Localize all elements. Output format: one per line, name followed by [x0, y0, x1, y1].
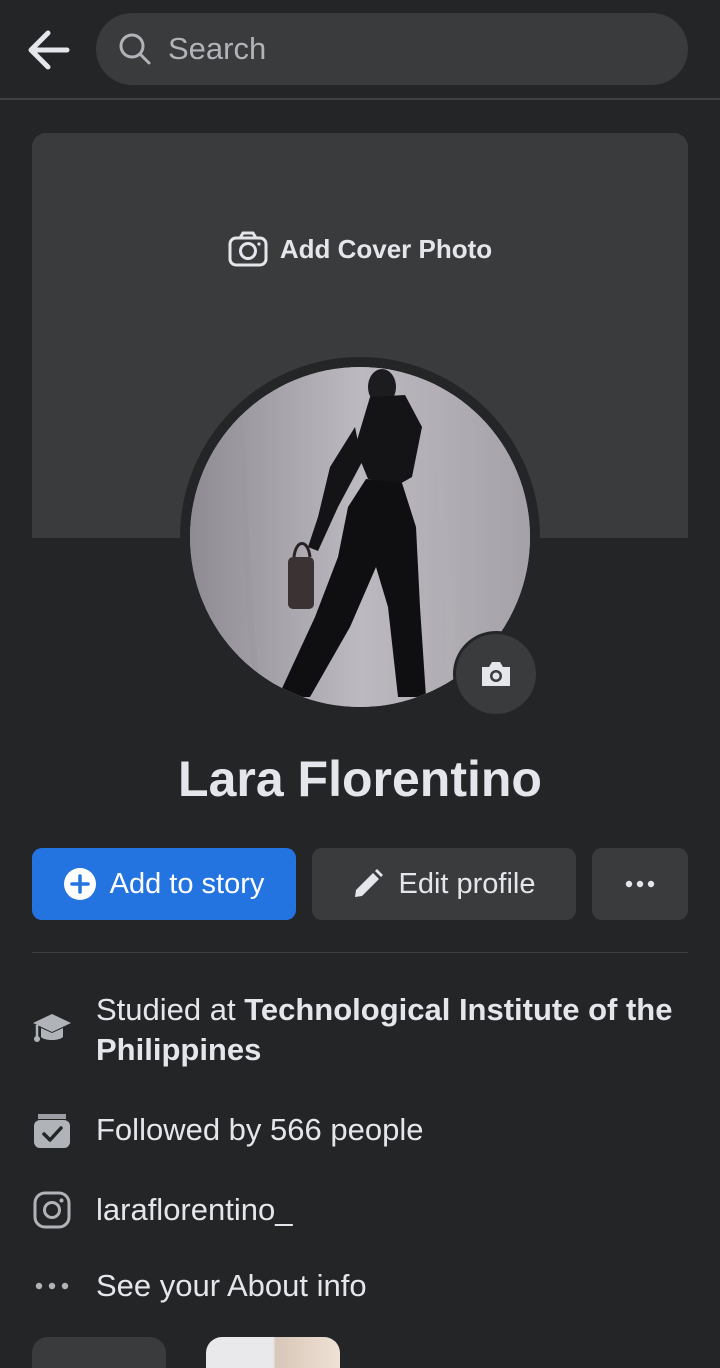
- back-arrow-icon: [28, 30, 70, 70]
- divider: [32, 952, 688, 953]
- about-info-text: See your About info: [96, 1268, 367, 1303]
- edit-profile-label: Edit profile: [398, 867, 536, 900]
- instagram-row[interactable]: laraflorentino_: [32, 1190, 688, 1230]
- about-info-row[interactable]: See your About info: [32, 1266, 688, 1306]
- top-bar: [0, 0, 720, 100]
- search-bar[interactable]: [96, 13, 688, 85]
- instagram-handle[interactable]: laraflorentino_: [96, 1190, 292, 1230]
- more-options-button[interactable]: [592, 848, 688, 920]
- back-button[interactable]: [22, 26, 74, 74]
- search-icon: [119, 33, 151, 65]
- camera-icon: [482, 662, 510, 686]
- add-cover-photo-label: Add Cover Photo: [279, 233, 493, 264]
- add-cover-photo-button[interactable]: Add Cover Photo: [32, 231, 688, 267]
- followers-row: Followed by 566 people: [32, 1110, 688, 1150]
- instagram-icon: [32, 1190, 72, 1230]
- followers-text: Followed by 566 people: [96, 1112, 424, 1147]
- add-to-story-label: Add to story: [109, 867, 265, 900]
- education-text: Studied at Technological Institute of th…: [96, 990, 688, 1070]
- edit-profile-button[interactable]: Edit profile: [312, 848, 576, 920]
- more-dots-icon: [32, 1266, 72, 1306]
- search-input[interactable]: [168, 31, 648, 67]
- education-prefix: Studied at: [96, 992, 245, 1027]
- followers-icon: [32, 1110, 72, 1150]
- camera-icon: [228, 231, 268, 267]
- pencil-icon: [352, 868, 384, 900]
- featured-photo-thumbnail[interactable]: [206, 1337, 340, 1368]
- more-dots-icon: [625, 880, 655, 888]
- education-row: Studied at Technological Institute of th…: [32, 990, 688, 1070]
- change-profile-picture-button[interactable]: [453, 631, 539, 717]
- plus-circle-icon: [63, 868, 96, 900]
- profile-name: Lara Florentino: [178, 751, 542, 807]
- graduation-cap-icon: [32, 1008, 72, 1048]
- add-to-story-button[interactable]: Add to story: [32, 848, 296, 920]
- featured-item[interactable]: [32, 1337, 166, 1368]
